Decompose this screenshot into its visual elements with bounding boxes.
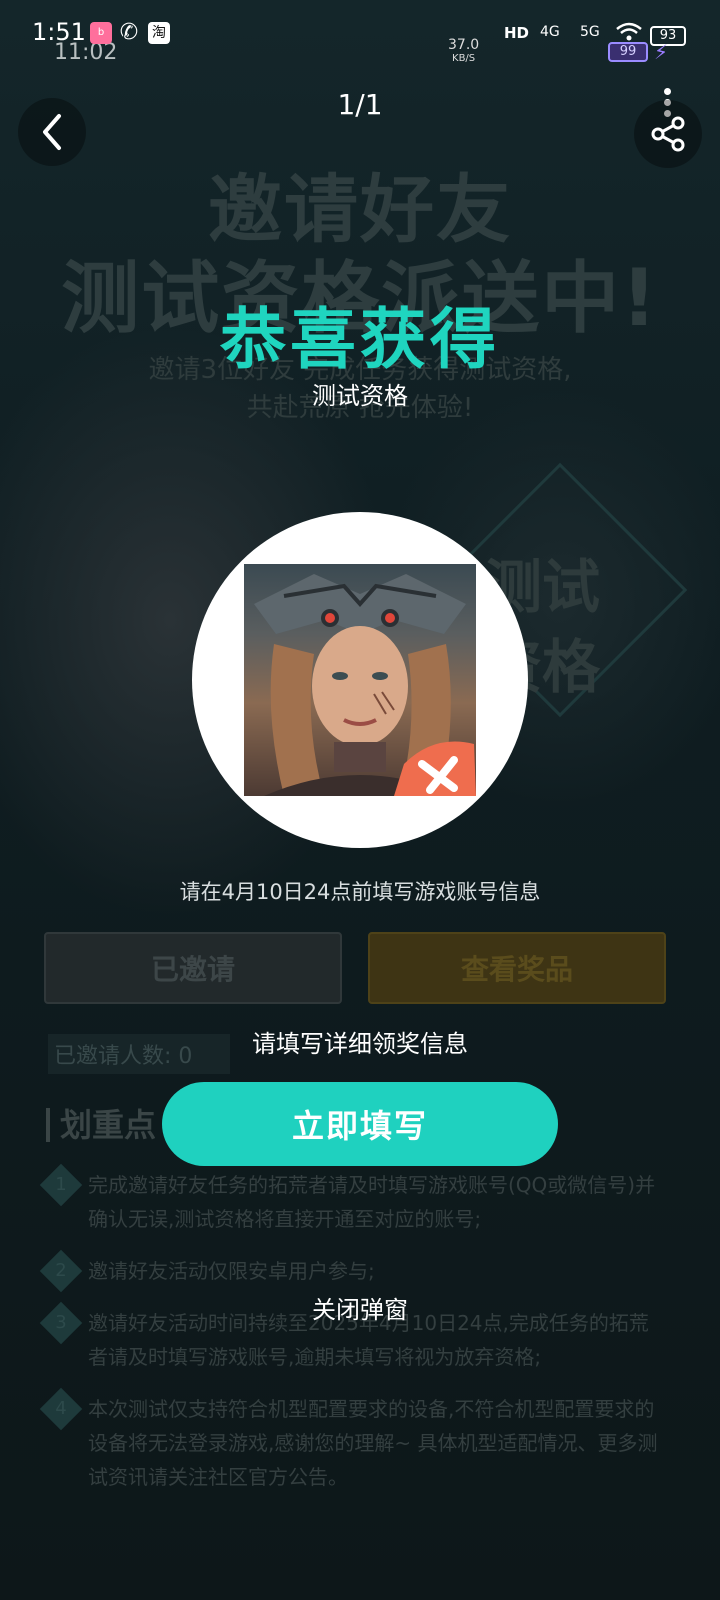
modal-title: 恭喜获得 [220,301,500,378]
modal-subtitle: 测试资格 [312,382,408,410]
share-icon [651,116,685,152]
fill-now-button[interactable]: 立即填写 [162,1082,558,1166]
prize-game-icon [244,564,476,796]
network-speed-value: 37.0 [448,37,480,53]
signal-4g-icon: 4G [540,24,560,40]
telecom-app-icon: ✆ [119,20,139,45]
rules-section-title: 划重点 [46,1108,156,1142]
network-speed-unit: KB/S [452,53,476,64]
close-popup-link[interactable]: 关闭弹窗 [0,1290,720,1325]
signal-5g-icon: 5G [580,24,600,40]
bilibili-app-icon: b [90,22,112,44]
rule-item: 1 完成邀请好友任务的拓荒者请及时填写游戏账号(QQ或微信号)并确认无误,测试资… [39,1163,668,1236]
fill-info-prompt: 请填写详细领奖信息 [252,1030,468,1058]
deadline-notice: 请在4月10日24点前填写游戏账号信息 [179,880,541,904]
view-prize-button: 查看奖品 [368,932,666,1004]
rule-number-badge: 1 [39,1163,83,1207]
rule-text: 本次测试仅支持符合机型配置要求的设备,不符合机型配置要求的设备将无法登录游戏,感… [88,1397,658,1489]
invited-button: 已邀请 [44,932,342,1004]
rule-number-badge: 4 [39,1387,83,1431]
status-bar: 1:51 11:02 b ✆ 淘 37.0 KB/S HD 4G 5G 93 9… [0,0,720,70]
rule-number-badge: 2 [39,1249,83,1293]
rule-item: 2 邀请好友活动仅限安卓用户参与; [39,1249,668,1293]
share-button[interactable] [634,100,702,168]
battery-secondary-icon: 99 [608,42,648,62]
hd-indicator: HD [504,24,530,42]
network-speed: 37.0 KB/S [448,38,479,66]
charging-icon: ⚡ [654,40,669,64]
prize-image-frame [192,512,528,848]
rule-text: 完成邀请好友任务的拓荒者请及时填写游戏账号(QQ或微信号)并确认无误,测试资格将… [88,1173,656,1231]
rule-item: 4 本次测试仅支持符合机型配置要求的设备,不符合机型配置要求的设备将无法登录游戏… [39,1387,668,1494]
rule-text: 邀请好友活动仅限安卓用户参与; [88,1259,375,1283]
page-indicator: 1/1 [337,88,383,121]
taobao-app-icon: 淘 [148,22,170,44]
